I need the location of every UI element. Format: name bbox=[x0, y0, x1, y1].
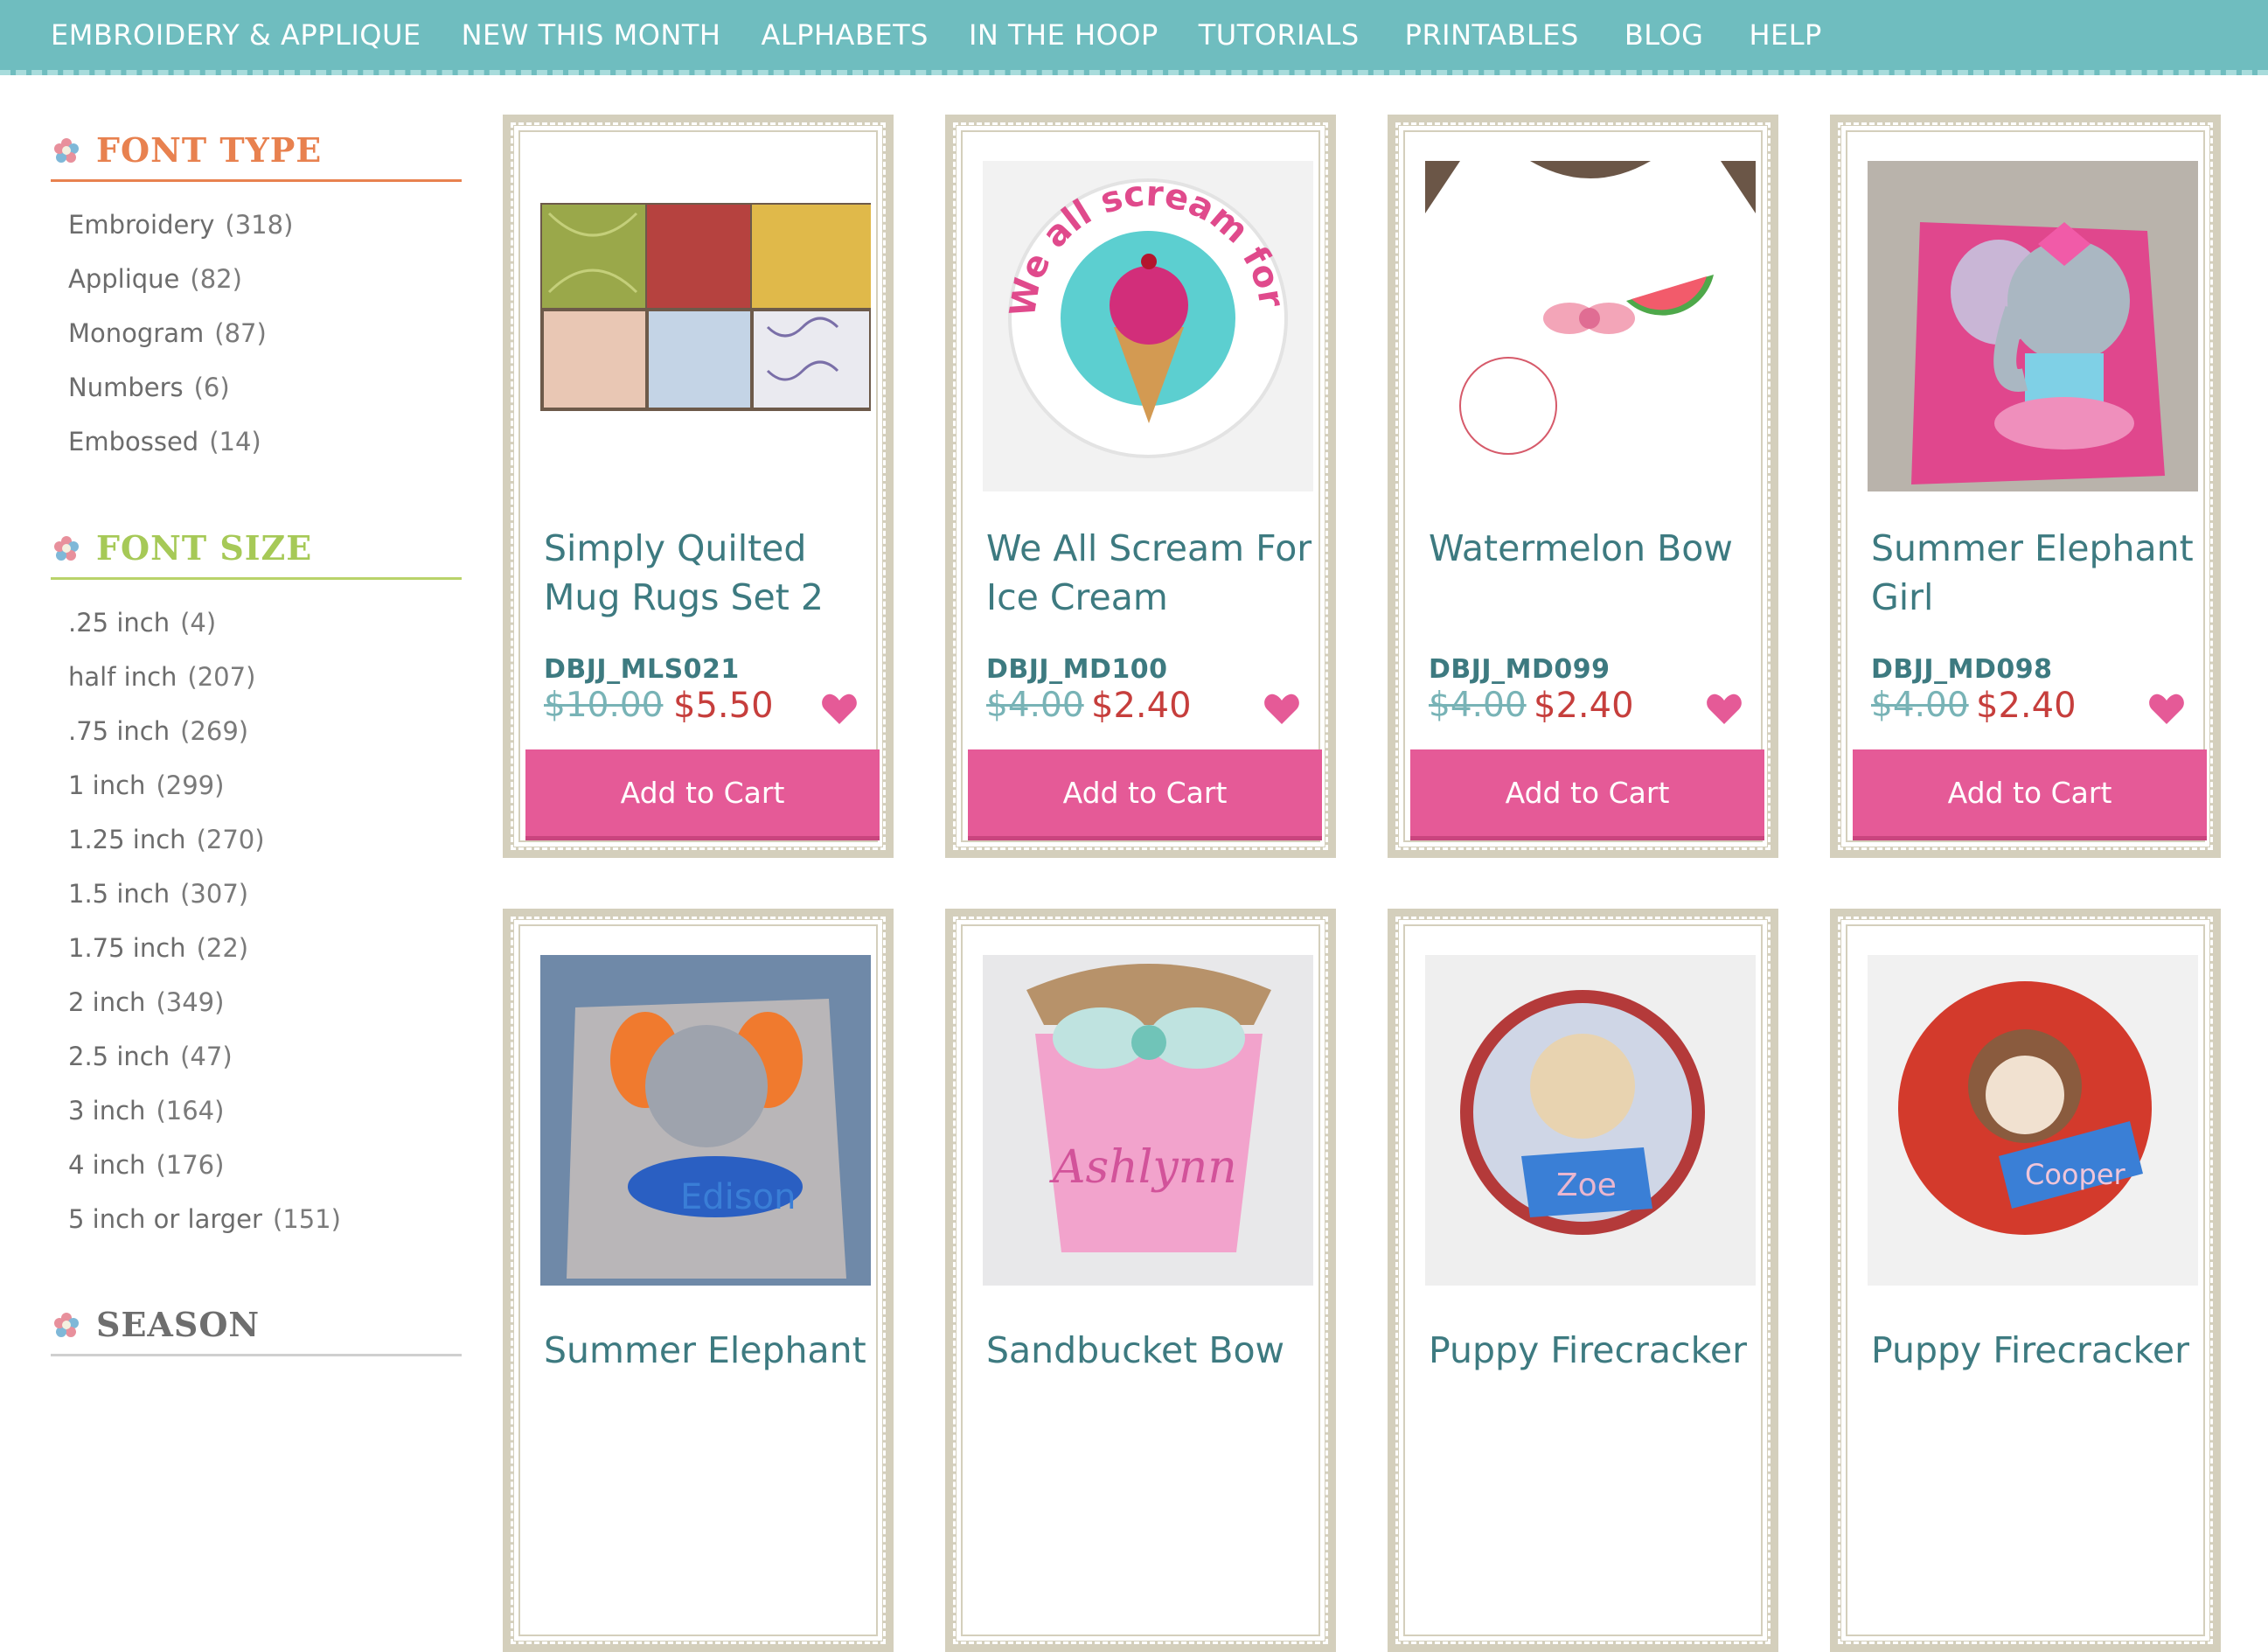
product-title[interactable]: Summer Elephant bbox=[544, 1326, 876, 1375]
nav-help[interactable]: HELP bbox=[1749, 18, 1821, 52]
product-image[interactable]: Zoe bbox=[1425, 955, 1756, 1286]
product-sku: DBJJ_MD099 bbox=[1429, 654, 1611, 685]
filter-size-item[interactable]: 1.25 inch (270) bbox=[68, 812, 462, 867]
zoe-embroidery-text: Zoe bbox=[1556, 1168, 1617, 1203]
season-header: SEASON bbox=[51, 1295, 462, 1356]
product-title[interactable]: Watermelon Bow bbox=[1429, 524, 1761, 573]
nav-printables[interactable]: PRINTABLES bbox=[1405, 18, 1579, 52]
product-image[interactable] bbox=[1868, 161, 2198, 491]
product-image[interactable]: We all scream for ice cream bbox=[983, 161, 1313, 491]
font-type-header: FONT TYPE bbox=[51, 121, 462, 182]
nav-embroidery-applique[interactable]: EMBROIDERY & APPLIQUE bbox=[51, 18, 421, 52]
filter-sidebar: FONT TYPE Embroidery (318) Applique (82) M… bbox=[51, 75, 462, 1356]
sale-price: $2.40 bbox=[1534, 686, 1634, 726]
original-price: $4.00 bbox=[1429, 686, 1527, 725]
pink-elephant-shirt-image bbox=[1868, 161, 2198, 491]
filter-size-item[interactable]: 1.75 inch (22) bbox=[68, 921, 462, 975]
puppy-zoe-shirt-image: Zoe bbox=[1425, 955, 1756, 1286]
product-title[interactable]: We All Scream For Ice Cream bbox=[986, 524, 1318, 622]
add-to-cart-button[interactable]: Add to Cart bbox=[1853, 749, 2207, 840]
heart-icon[interactable] bbox=[821, 693, 858, 726]
product-card: Watermelon Bow DBJJ_MD099 $4.00 $2.40 Ad… bbox=[1388, 115, 1778, 858]
filter-size-item[interactable]: 2 inch (349) bbox=[68, 975, 462, 1029]
product-card: Summer Elephant Girl DBJJ_MD098 $4.00 $2… bbox=[1830, 115, 2221, 858]
original-price: $4.00 bbox=[986, 686, 1084, 725]
product-image[interactable]: Edison bbox=[540, 955, 871, 1286]
cooper-embroidery-text: Cooper bbox=[2025, 1158, 2126, 1191]
filter-applique[interactable]: Applique (82) bbox=[68, 252, 462, 306]
sandbucket-shirt-image: Ashlynn bbox=[983, 955, 1313, 1286]
sale-price: $2.40 bbox=[1976, 686, 2077, 726]
filter-embossed[interactable]: Embossed (14) bbox=[68, 415, 462, 469]
ice-cream-applique-image: We all scream for ice cream bbox=[983, 161, 1313, 491]
font-type-section: FONT TYPE Embroidery (318) Applique (82) M… bbox=[51, 121, 462, 469]
filter-size-item[interactable]: 4 inch (176) bbox=[68, 1138, 462, 1192]
product-image[interactable] bbox=[540, 161, 871, 491]
filter-size-item[interactable]: 1.5 inch (307) bbox=[68, 867, 462, 921]
sale-price: $5.50 bbox=[673, 686, 774, 726]
original-price: $4.00 bbox=[1871, 686, 1969, 725]
top-navigation: EMBROIDERY & APPLIQUE NEW THIS MONTH ALP… bbox=[0, 0, 2268, 75]
season-title: SEASON bbox=[96, 1305, 261, 1344]
filter-numbers[interactable]: Numbers (6) bbox=[68, 360, 462, 415]
heart-icon[interactable] bbox=[2148, 693, 2185, 726]
nav-blog[interactable]: BLOG bbox=[1624, 18, 1704, 52]
fabric-mug-rugs-image bbox=[540, 161, 871, 491]
flower-icon bbox=[54, 137, 79, 163]
puppy-cooper-shirt-image: Cooper bbox=[1868, 955, 2198, 1286]
nav-in-the-hoop[interactable]: IN THE HOOP bbox=[969, 18, 1158, 52]
add-to-cart-button[interactable]: Add to Cart bbox=[968, 749, 1322, 840]
product-image[interactable]: Ashlynn bbox=[983, 955, 1313, 1286]
filter-size-item[interactable]: half inch (207) bbox=[68, 650, 462, 704]
product-card: Ashlynn Sandbucket Bow bbox=[945, 909, 1336, 1652]
flower-icon bbox=[54, 535, 79, 561]
font-size-section: FONT SIZE .25 inch (4) half inch (207) .75… bbox=[51, 519, 462, 1246]
nav-new-this-month[interactable]: NEW THIS MONTH bbox=[462, 18, 721, 52]
product-title[interactable]: Summer Elephant Girl bbox=[1871, 524, 2203, 622]
product-title[interactable]: Puppy Firecracker bbox=[1429, 1326, 1761, 1375]
edison-embroidery-text: Edison bbox=[680, 1177, 796, 1217]
filter-size-item[interactable]: .25 inch (4) bbox=[68, 596, 462, 650]
heart-icon[interactable] bbox=[1263, 693, 1300, 726]
filter-size-item[interactable]: 1 inch (299) bbox=[68, 758, 462, 812]
original-price: $10.00 bbox=[544, 686, 664, 725]
product-card: Edison Summer Elephant bbox=[503, 909, 894, 1652]
watermelon-shirt-image bbox=[1425, 161, 1756, 491]
font-size-header: FONT SIZE bbox=[51, 519, 462, 580]
filter-size-item[interactable]: 5 inch or larger (151) bbox=[68, 1192, 462, 1246]
product-card: Simply Quilted Mug Rugs Set 2 DBJJ_MLS02… bbox=[503, 115, 894, 858]
product-sku: DBJJ_MD100 bbox=[986, 654, 1168, 685]
nav-tutorials[interactable]: TUTORIALS bbox=[1199, 18, 1360, 52]
product-card: We all scream for ice cream We All Screa… bbox=[945, 115, 1336, 858]
product-image[interactable] bbox=[1425, 161, 1756, 491]
filter-embroidery[interactable]: Embroidery (318) bbox=[68, 198, 462, 252]
filter-size-item[interactable]: .75 inch (269) bbox=[68, 704, 462, 758]
grey-elephant-shirt-image: Edison bbox=[540, 955, 871, 1286]
sandbucket-embroidery-text: Ashlynn bbox=[1049, 1141, 1237, 1194]
font-type-title: FONT TYPE bbox=[96, 130, 323, 170]
add-to-cart-button[interactable]: Add to Cart bbox=[525, 749, 880, 840]
product-sku: DBJJ_MLS021 bbox=[544, 654, 740, 685]
product-image[interactable]: Cooper bbox=[1868, 955, 2198, 1286]
font-size-title: FONT SIZE bbox=[96, 528, 313, 568]
product-card: Zoe Puppy Firecracker bbox=[1388, 909, 1778, 1652]
sale-price: $2.40 bbox=[1091, 686, 1192, 726]
nav-alphabets[interactable]: ALPHABETS bbox=[761, 18, 929, 52]
product-sku: DBJJ_MD098 bbox=[1871, 654, 2053, 685]
add-to-cart-button[interactable]: Add to Cart bbox=[1410, 749, 1764, 840]
filter-monogram[interactable]: Monogram (87) bbox=[68, 306, 462, 360]
filter-size-item[interactable]: 2.5 inch (47) bbox=[68, 1029, 462, 1084]
product-title[interactable]: Simply Quilted Mug Rugs Set 2 bbox=[544, 524, 876, 622]
heart-icon[interactable] bbox=[1706, 693, 1743, 726]
product-card: Cooper Puppy Firecracker bbox=[1830, 909, 2221, 1652]
filter-size-item[interactable]: 3 inch (164) bbox=[68, 1084, 462, 1138]
flower-icon bbox=[54, 1312, 79, 1337]
season-section: SEASON bbox=[51, 1295, 462, 1356]
product-title[interactable]: Puppy Firecracker bbox=[1871, 1326, 2203, 1375]
product-title[interactable]: Sandbucket Bow bbox=[986, 1326, 1318, 1375]
